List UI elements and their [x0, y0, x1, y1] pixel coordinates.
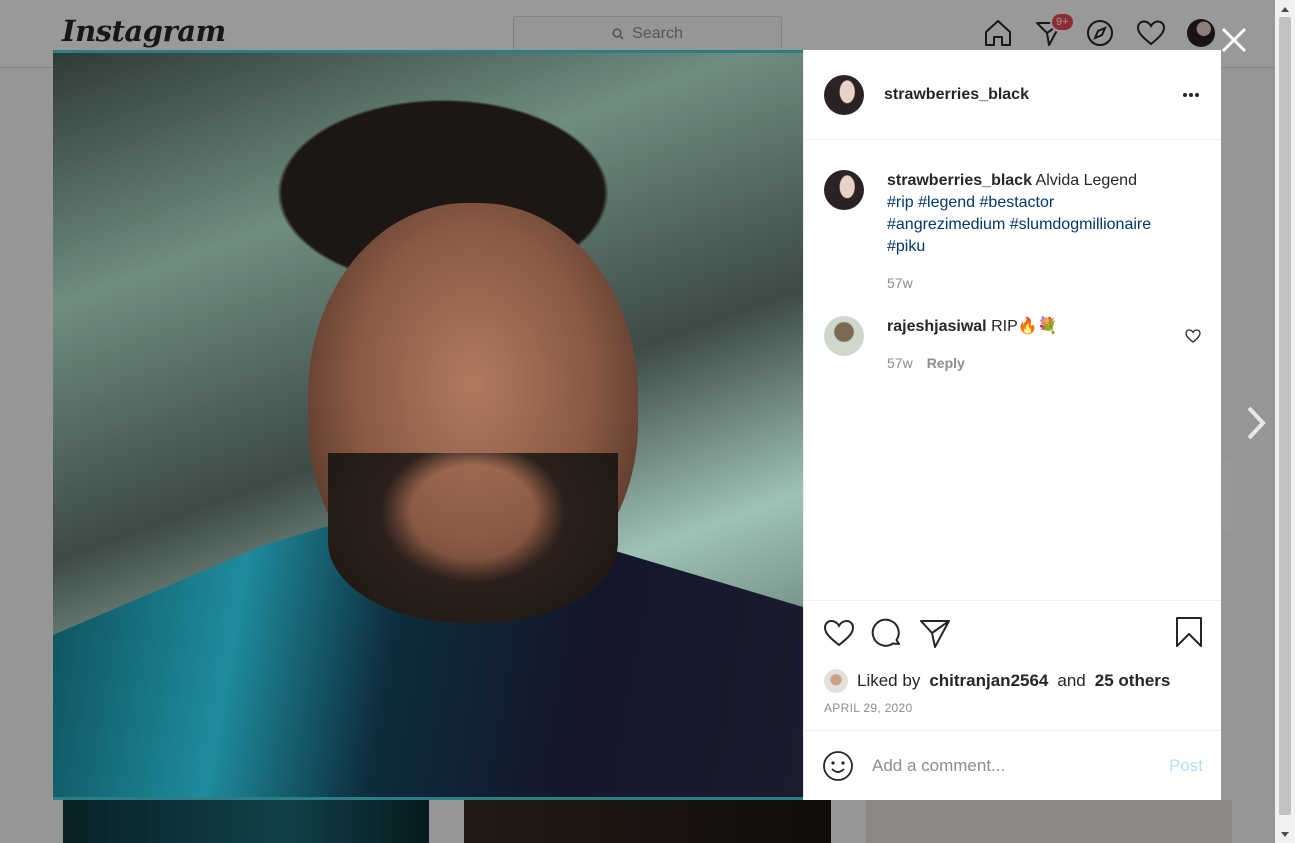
liked-by-joiner: and: [1057, 671, 1086, 690]
post-modal: strawberries_black strawberries_black Al…: [53, 50, 1221, 800]
activity-heart-icon[interactable]: [1136, 18, 1166, 48]
caption: strawberries_black Alvida Legend #rip #l…: [824, 170, 1201, 294]
post-photo[interactable]: [53, 50, 803, 800]
photo-beard-shape: [328, 453, 618, 623]
author-username[interactable]: strawberries_black: [884, 86, 1029, 104]
scrollbar-thumb[interactable]: [1279, 17, 1291, 815]
background-card: [1221, 462, 1231, 530]
liked-by-prefix: Liked by: [857, 671, 921, 690]
background-post-thumbnail: [63, 800, 429, 843]
more-options-icon[interactable]: [1181, 88, 1201, 102]
instagram-logo[interactable]: Instagram: [62, 14, 226, 48]
search-placeholder: Search: [632, 25, 683, 42]
direct-messages-button[interactable]: 9+: [1034, 12, 1075, 48]
search-box[interactable]: Search: [513, 16, 782, 52]
bookmark-icon[interactable]: [1174, 616, 1204, 648]
comments-section: strawberries_black Alvida Legend #rip #l…: [804, 140, 1221, 600]
post-actions-bar: [804, 600, 1221, 665]
add-comment-bar: Post: [804, 730, 1221, 800]
post-date[interactable]: APRIL 29, 2020: [804, 697, 1221, 730]
heart-icon: [823, 619, 855, 647]
caption-age[interactable]: 57w: [887, 272, 913, 294]
caption-hashtags[interactable]: #angrezimedium #slumdogmillionaire: [887, 216, 1151, 233]
share-button[interactable]: [918, 616, 952, 650]
caption-hashtags[interactable]: #rip #legend #bestactor: [887, 194, 1054, 211]
comment-like-heart-icon[interactable]: [1185, 328, 1201, 344]
likes-summary: Liked by chitranjan2564 and 25 others: [804, 665, 1221, 697]
like-button[interactable]: [822, 616, 856, 650]
close-icon[interactable]: [1218, 24, 1250, 56]
background-post-thumbnail: [464, 800, 831, 843]
caption-text: Alvida Legend: [1035, 172, 1137, 189]
scroll-down-arrow-icon[interactable]: [1275, 826, 1295, 843]
background-post-thumbnail: [866, 800, 1232, 843]
other-likers-link[interactable]: 25 others: [1095, 671, 1171, 691]
author-avatar[interactable]: [824, 74, 864, 115]
caption-author-avatar[interactable]: [824, 170, 864, 210]
post-comment-button[interactable]: Post: [1169, 756, 1203, 776]
first-liker-username[interactable]: chitranjan2564: [929, 671, 1048, 691]
liker-avatar[interactable]: [824, 669, 848, 693]
comment-item: rajeshjasiwal RIP🔥💐 57w Reply: [824, 316, 1201, 374]
caption-hashtags[interactable]: #piku: [887, 238, 925, 255]
comment-button[interactable]: [870, 616, 904, 650]
post-header: strawberries_black: [804, 50, 1221, 140]
commenter-avatar[interactable]: [824, 316, 864, 356]
comment-text: RIP🔥💐: [991, 318, 1058, 335]
explore-compass-icon[interactable]: [1085, 18, 1115, 48]
search-icon: [612, 28, 624, 40]
reply-button[interactable]: Reply: [927, 352, 965, 374]
caption-username[interactable]: strawberries_black: [887, 172, 1032, 189]
notifications-badge: 9+: [1050, 12, 1075, 32]
nav-icons: 9+: [983, 12, 1215, 48]
comment-age[interactable]: 57w: [887, 352, 913, 374]
next-post-arrow-icon[interactable]: [1243, 404, 1269, 442]
speech-bubble-icon: [871, 618, 900, 647]
emoji-smiley-icon[interactable]: [822, 750, 854, 782]
scroll-up-arrow-icon[interactable]: [1275, 0, 1295, 17]
paper-plane-icon: [920, 620, 950, 648]
post-details-panel: strawberries_black strawberries_black Al…: [803, 50, 1221, 800]
comment-input[interactable]: [872, 755, 1151, 776]
home-icon[interactable]: [983, 18, 1013, 48]
profile-avatar[interactable]: [1187, 19, 1215, 47]
commenter-username[interactable]: rajeshjasiwal: [887, 318, 987, 335]
window-scrollbar[interactable]: [1275, 0, 1295, 843]
